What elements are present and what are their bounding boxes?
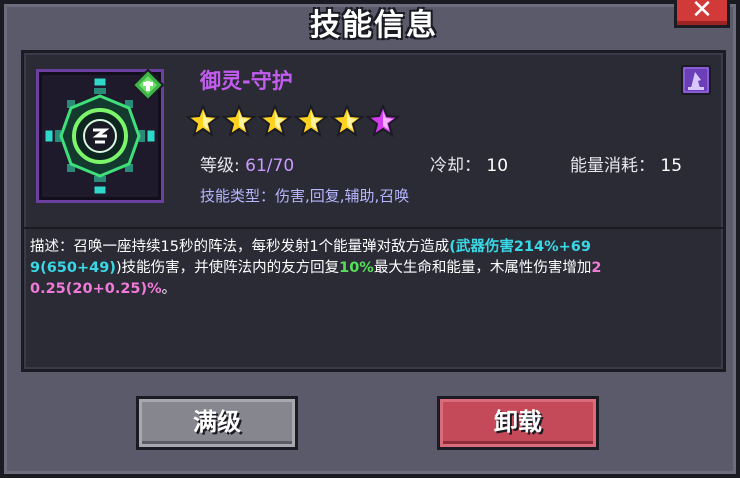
desc-wood-bonus: 2 bbox=[591, 260, 602, 276]
skill-name: 御灵-守护 bbox=[200, 69, 293, 93]
level-stat: 等级: 61/70 bbox=[200, 151, 294, 176]
skill-info-dialog: 技能信息 ✕ 御灵-守护 等级: 61/70 冷却： 10 能量消耗： 15 技… bbox=[0, 0, 740, 478]
skill-type-tag bbox=[681, 65, 711, 95]
desc-damage-detail: 9(650+49) bbox=[30, 260, 116, 276]
cooldown-value: 10 bbox=[486, 156, 509, 176]
gold-star-icon bbox=[330, 105, 364, 137]
desc-text: 。 bbox=[161, 281, 177, 297]
gold-star-icon bbox=[222, 105, 256, 137]
level-label: 等级: bbox=[200, 156, 240, 176]
close-icon: ✕ bbox=[691, 0, 713, 25]
level-value: 61/70 bbox=[245, 156, 295, 176]
gold-star-icon bbox=[294, 105, 328, 137]
wizard-hat-icon bbox=[688, 72, 704, 90]
gold-star-icon bbox=[258, 105, 292, 137]
divider bbox=[24, 227, 723, 229]
unload-button[interactable]: 卸载 bbox=[437, 396, 599, 450]
desc-percent: % bbox=[147, 281, 162, 297]
skill-type-line: 技能类型：伤害,回复,辅助,召唤 bbox=[200, 187, 410, 205]
cooldown-stat: 冷却： 10 bbox=[430, 151, 508, 176]
desc-heal-percent: 10% bbox=[339, 260, 374, 276]
energy-label: 能量消耗： bbox=[570, 156, 655, 176]
leaf-element-icon bbox=[132, 69, 164, 101]
energy-value: 15 bbox=[660, 156, 683, 176]
max-level-button[interactable]: 满级 bbox=[136, 396, 298, 450]
cooldown-label: 冷却： bbox=[430, 156, 481, 176]
skill-description: 描述：召唤一座持续15秒的阵法，每秒发射1个能量弹对敌方造成(武器伤害214%+… bbox=[30, 237, 720, 300]
skill-panel: 御灵-守护 等级: 61/70 冷却： 10 能量消耗： 15 技能类型：伤害,… bbox=[21, 50, 726, 372]
desc-weapon-damage: 武器伤害214%+69 bbox=[455, 239, 591, 255]
purple-star-icon bbox=[366, 105, 400, 137]
desc-wood-detail: 0.25(20+0.25) bbox=[30, 281, 148, 297]
dialog-title: 技能信息 bbox=[310, 8, 438, 43]
energy-stat: 能量消耗： 15 bbox=[570, 151, 682, 176]
desc-text: 描述：召唤一座持续15秒的阵法，每秒发射1个能量弹对敌方造成 bbox=[30, 239, 450, 255]
close-button[interactable]: ✕ bbox=[674, 0, 730, 28]
desc-text: 最大生命和能量，木属性伤害增加 bbox=[373, 260, 592, 276]
desc-paren: ( bbox=[449, 239, 456, 255]
desc-text: )技能伤害，并使阵法内的友方回复 bbox=[115, 260, 340, 276]
gold-star-icon bbox=[186, 105, 220, 137]
